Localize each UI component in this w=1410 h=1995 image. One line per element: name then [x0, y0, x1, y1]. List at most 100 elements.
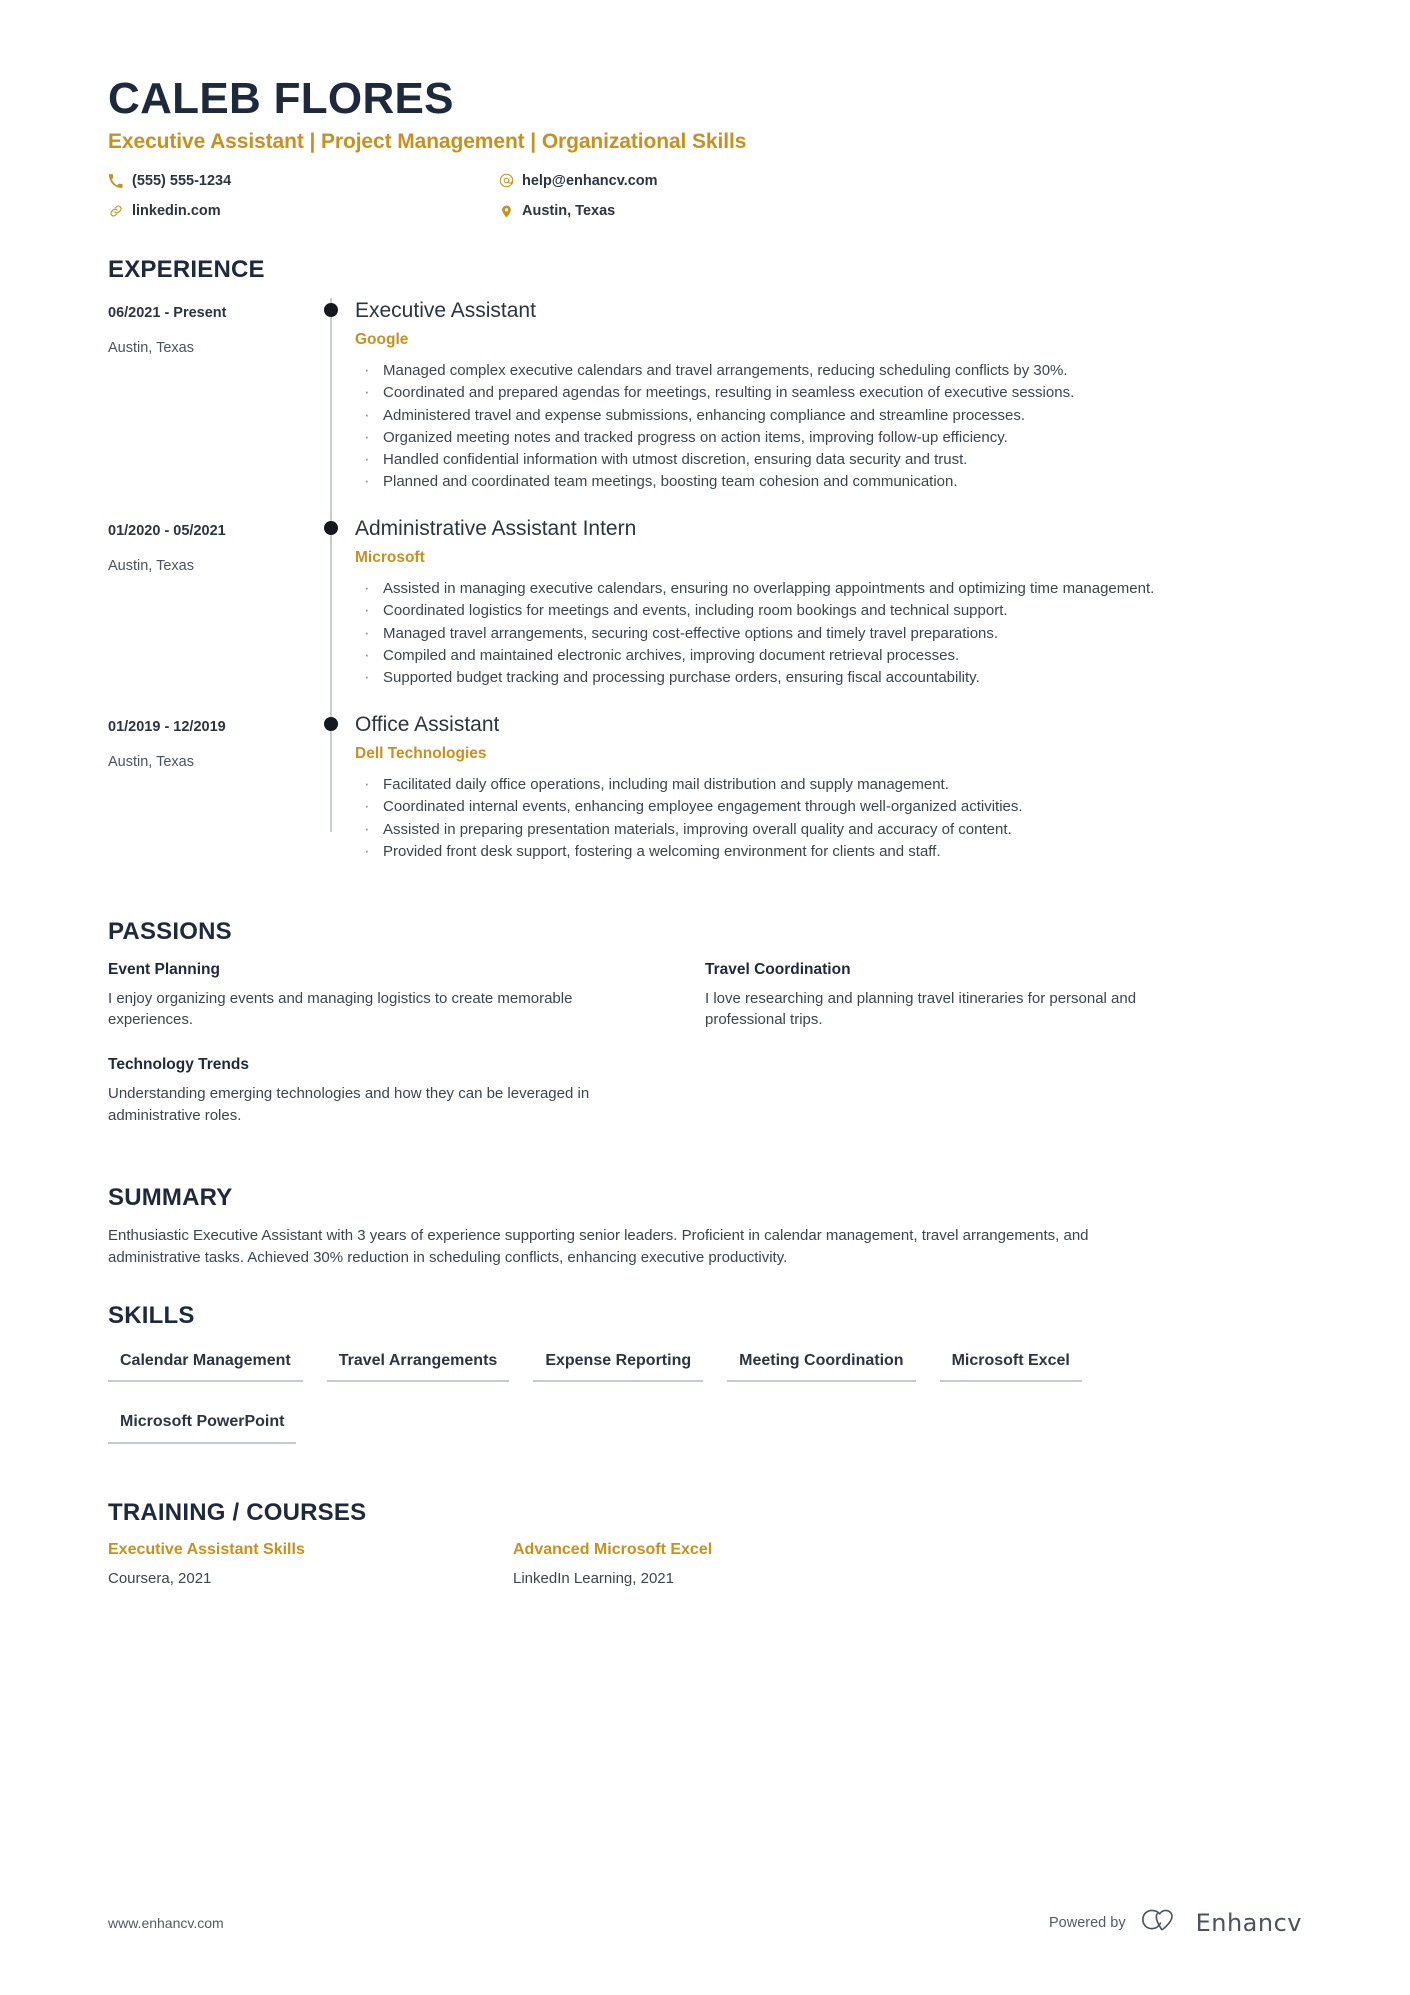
experience-location: Austin, Texas: [108, 340, 194, 357]
candidate-headline: Executive Assistant | Project Management…: [108, 130, 747, 154]
experience-bullets: Facilitated daily office operations, inc…: [355, 772, 1302, 863]
passion-description: I love researching and planning travel i…: [705, 989, 1137, 1029]
skill-item: Microsoft PowerPoint: [108, 1404, 297, 1444]
contact-email[interactable]: help@enhancv.com: [498, 169, 888, 193]
footer-branding: Powered by Enhancv: [1049, 1907, 1302, 1938]
experience-company: Google: [355, 330, 409, 348]
enhancv-brand-name: Enhancv: [1195, 1908, 1302, 1937]
timeline-marker: [313, 515, 349, 712]
resume-header: CALEB FLORES Executive Assistant | Proje…: [108, 74, 1302, 223]
summary-text: Enthusiastic Executive Assistant with 3 …: [108, 1227, 1089, 1266]
section-skills: SKILLS Calendar Management Travel Arrang…: [108, 1301, 1302, 1466]
experience-bullet: Coordinated internal events, enhancing e…: [355, 794, 1302, 818]
resume-page: CALEB FLORES Executive Assistant | Proje…: [0, 0, 1410, 1995]
timeline-dot: [324, 302, 338, 317]
experience-bullet: Managed complex executive calendars and …: [355, 358, 1302, 382]
section-passions: PASSIONS Event Planning I enjoy organizi…: [108, 918, 1302, 1151]
timeline-line: [330, 297, 332, 516]
experience-bullets: Managed complex executive calendars and …: [355, 358, 1302, 494]
experience-bullet: Coordinated logistics for meetings and e…: [355, 598, 1302, 622]
training-title: Executive Assistant Skills: [108, 1540, 305, 1558]
experience-bullet: Coordinated and prepared agendas for mee…: [355, 380, 1302, 404]
contact-linkedin-text: linkedin.com: [132, 202, 221, 219]
training-title: Advanced Microsoft Excel: [513, 1540, 713, 1558]
training-subtitle: LinkedIn Learning, 2021: [513, 1569, 674, 1587]
experience-bullet: Assisted in managing executive calendars…: [355, 576, 1302, 600]
passion-title: Travel Coordination: [705, 960, 851, 978]
email-icon: [498, 173, 514, 189]
passion-title: Event Planning: [108, 960, 220, 978]
skill-item: Meeting Coordination: [727, 1343, 916, 1383]
experience-meta: 06/2021 - Present Austin, Texas: [108, 298, 313, 516]
experience-role: Office Assistant: [355, 712, 500, 736]
enhancv-brand: Enhancv: [1140, 1907, 1302, 1938]
experience-date: 01/2020 - 05/2021: [108, 522, 226, 539]
link-icon: [108, 203, 124, 219]
experience-bullet: Administered travel and expense submissi…: [355, 403, 1302, 427]
contact-linkedin[interactable]: linkedin.com: [108, 199, 498, 223]
experience-details: Executive Assistant Google Managed compl…: [349, 298, 1302, 516]
experience-bullet: Planned and coordinated team meetings, b…: [355, 469, 1302, 493]
experience-role: Administrative Assistant Intern: [355, 516, 637, 540]
section-title-training: TRAINING / COURSES: [108, 1498, 367, 1526]
page-footer: www.enhancv.com Powered by Enhancv: [108, 1907, 1302, 1938]
section-summary: SUMMARY Enthusiastic Executive Assistant…: [108, 1183, 1302, 1269]
passion-description: I enjoy organizing events and managing l…: [108, 989, 573, 1029]
training-subtitle: Coursera, 2021: [108, 1569, 212, 1587]
experience-meta: 01/2019 - 12/2019 Austin, Texas: [108, 712, 313, 886]
passion-item: Technology Trends Understanding emerging…: [108, 1055, 705, 1127]
section-title-summary: SUMMARY: [108, 1183, 233, 1211]
timeline-marker: [313, 297, 349, 516]
training-item: Advanced Microsoft Excel LinkedIn Learni…: [513, 1540, 918, 1589]
footer-url[interactable]: www.enhancv.com: [108, 1915, 224, 1931]
experience-date: 01/2019 - 12/2019: [108, 718, 226, 735]
contact-location: Austin, Texas: [498, 199, 888, 223]
phone-icon: [108, 173, 124, 189]
candidate-name: CALEB FLORES: [108, 74, 454, 123]
experience-location: Austin, Texas: [108, 754, 194, 771]
experience-bullet: Managed travel arrangements, securing co…: [355, 621, 1302, 645]
timeline-marker: [313, 711, 349, 886]
section-training: TRAINING / COURSES Executive Assistant S…: [108, 1498, 1302, 1589]
powered-by-label: Powered by: [1049, 1914, 1126, 1931]
section-title-experience: EXPERIENCE: [108, 256, 265, 284]
experience-details: Office Assistant Dell Technologies Facil…: [349, 712, 1302, 886]
experience-company: Microsoft: [355, 548, 425, 566]
contact-location-text: Austin, Texas: [522, 202, 616, 219]
skill-item: Microsoft Excel: [939, 1343, 1082, 1383]
experience-bullet: Assisted in preparing presentation mater…: [355, 817, 1302, 841]
training-item: Executive Assistant Skills Coursera, 202…: [108, 1540, 513, 1589]
location-pin-icon: [498, 203, 514, 219]
experience-details: Administrative Assistant Intern Microsof…: [349, 516, 1302, 712]
timeline-dot: [324, 520, 338, 535]
passion-description: Understanding emerging technologies and …: [108, 1085, 590, 1125]
contact-phone-text: (555) 555-1234: [132, 172, 232, 189]
experience-company: Dell Technologies: [355, 744, 487, 762]
experience-role: Executive Assistant: [355, 298, 536, 322]
experience-bullet: Compiled and maintained electronic archi…: [355, 643, 1302, 667]
section-title-skills: SKILLS: [108, 1301, 195, 1329]
skill-item: Travel Arrangements: [326, 1343, 510, 1383]
contact-phone[interactable]: (555) 555-1234: [108, 169, 498, 193]
experience-bullet: Supported budget tracking and processing…: [355, 665, 1302, 689]
experience-bullet: Facilitated daily office operations, inc…: [355, 772, 1302, 796]
enhancv-logo-icon: [1140, 1907, 1186, 1938]
experience-location: Austin, Texas: [108, 558, 194, 575]
passion-item: Travel Coordination I love researching a…: [705, 960, 1302, 1032]
passions-list: Event Planning I enjoy organizing events…: [108, 960, 1302, 1151]
training-list: Executive Assistant Skills Coursera, 202…: [108, 1540, 1302, 1589]
section-experience: EXPERIENCE 06/2021 - Present Austin, Tex…: [108, 256, 1302, 886]
experience-bullet: Provided front desk support, fostering a…: [355, 839, 1302, 863]
resume-content: CALEB FLORES Executive Assistant | Proje…: [0, 0, 1410, 1588]
passion-item: Event Planning I enjoy organizing events…: [108, 960, 705, 1032]
experience-bullet: Handled confidential information with ut…: [355, 447, 1302, 471]
experience-entry: 01/2019 - 12/2019 Austin, Texas Office A…: [108, 711, 1302, 886]
experience-date: 06/2021 - Present: [108, 304, 227, 321]
experience-entry: 06/2021 - Present Austin, Texas Executiv…: [108, 297, 1302, 516]
experience-bullet: Organized meeting notes and tracked prog…: [355, 425, 1302, 449]
passion-title: Technology Trends: [108, 1056, 249, 1074]
experience-entry: 01/2020 - 05/2021 Austin, Texas Administ…: [108, 515, 1302, 712]
experience-bullets: Assisted in managing executive calendars…: [355, 576, 1302, 690]
skills-list: Calendar Management Travel Arrangements …: [108, 1343, 1268, 1465]
experience-meta: 01/2020 - 05/2021 Austin, Texas: [108, 516, 313, 712]
